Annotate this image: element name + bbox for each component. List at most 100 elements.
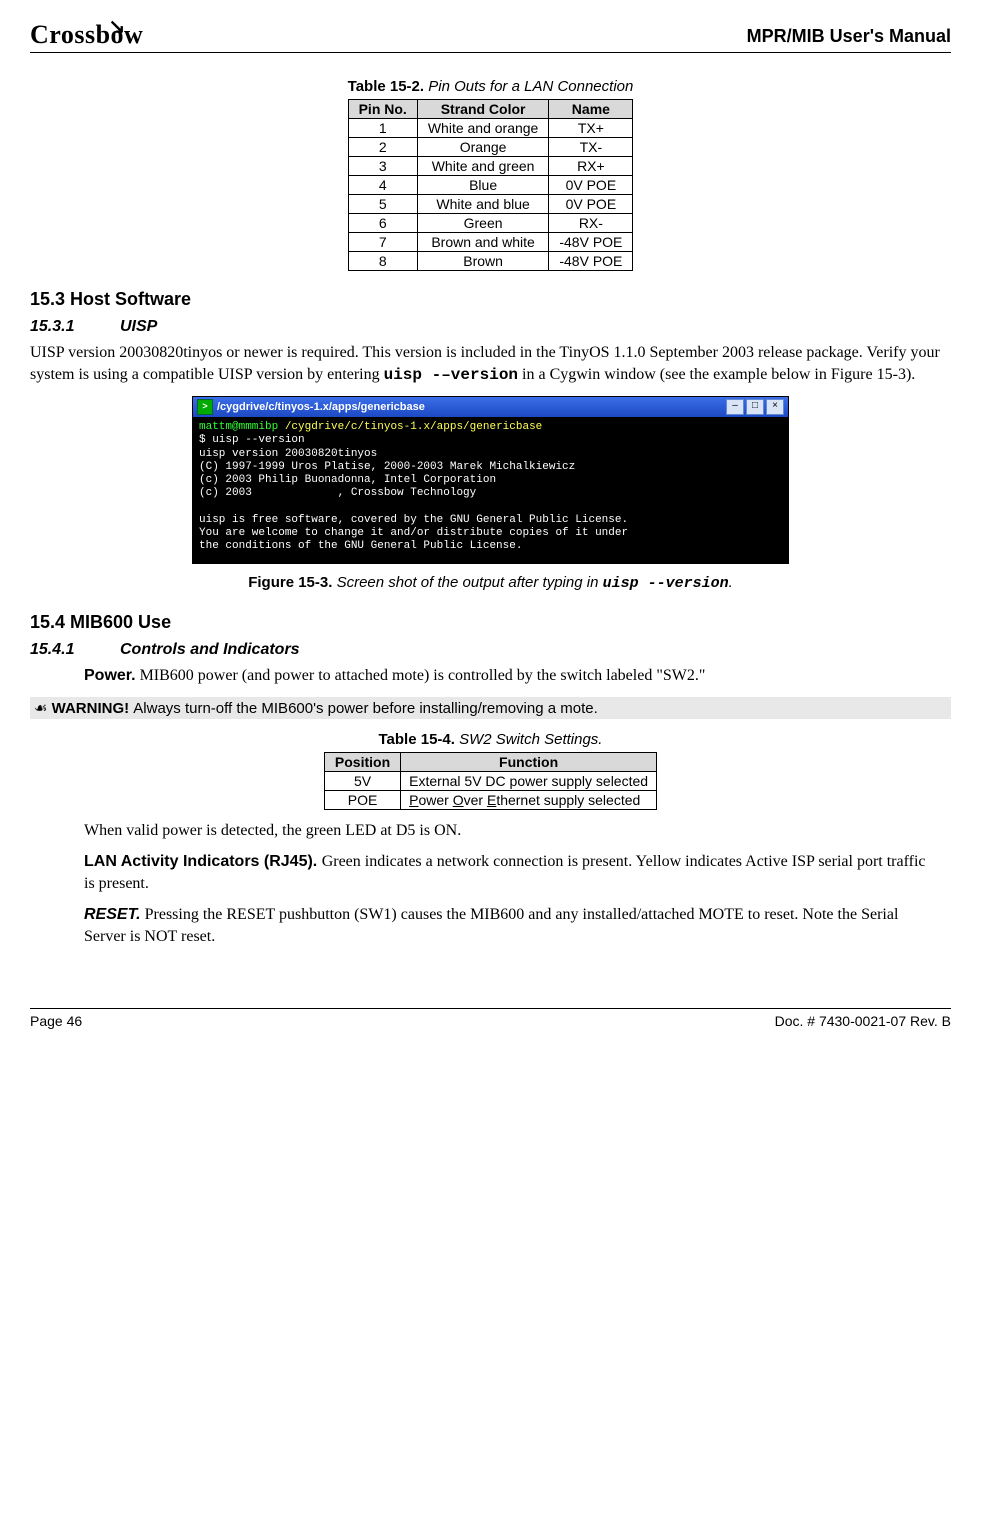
fig-tail: . (729, 574, 733, 591)
fig-bold: Figure 15-3. (248, 574, 332, 591)
page-footer: Page 46 Doc. # 7430-0021-07 Rev. B (30, 1008, 951, 1029)
subsect-num: 15.4.1 (30, 641, 120, 659)
terminal-icon: > (197, 399, 213, 415)
caption-bold: Table 15-2. (348, 78, 424, 95)
close-button[interactable]: × (766, 399, 784, 415)
section-15-4-1-heading: 15.4.1Controls and Indicators (30, 641, 951, 659)
table-row: 1White and orangeTX+ (348, 119, 633, 138)
page-header: Crossbo↘w MPR/MIB User's Manual (30, 20, 951, 53)
term-line: uisp version 20030820tinyos (199, 448, 377, 460)
reset-paragraph: RESET. Pressing the RESET pushbutton (SW… (84, 904, 931, 947)
lan-label: LAN Activity Indicators (RJ45). (84, 853, 322, 870)
table-cell: RX- (549, 214, 633, 233)
table-cell: -48V POE (549, 233, 633, 252)
table-cell: White and blue (417, 195, 549, 214)
footer-right: Doc. # 7430-0021-07 Rev. B (775, 1013, 951, 1029)
table-cell: RX+ (549, 157, 633, 176)
terminal-titlebar: > /cygdrive/c/tinyos-1.x/apps/genericbas… (193, 397, 788, 417)
caption-ital: Pin Outs for a LAN Connection (424, 78, 633, 95)
warning-bar: ☙ WARNING! Always turn-off the MIB600's … (30, 697, 951, 719)
table-row: POEPower Over Ethernet supply selected (324, 790, 656, 809)
table-cell: 5V (324, 771, 400, 790)
warning-label: WARNING! (47, 700, 133, 717)
table-cell: Power Over Ethernet supply selected (401, 790, 657, 809)
fig-mono: uisp --version (603, 575, 729, 592)
power-label: Power. (84, 667, 136, 684)
caption-bold: Table 15-4. (379, 731, 455, 748)
caption-ital: SW2 Switch Settings. (455, 731, 603, 748)
table-cell: 2 (348, 138, 417, 157)
table-cell: Green (417, 214, 549, 233)
table-cell: POE (324, 790, 400, 809)
table-cell: White and green (417, 157, 549, 176)
uisp-paragraph: UISP version 20030820tinyos or newer is … (30, 342, 951, 386)
figure-15-3-caption: Figure 15-3. Screen shot of the output a… (30, 574, 951, 592)
warning-text: Always turn-off the MIB600's power befor… (133, 700, 597, 717)
power-text: MIB600 power (and power to attached mote… (136, 667, 706, 684)
term-path: /cygdrive/c/tinyos-1.x/apps/genericbase (285, 421, 542, 433)
term-user: mattm@mmmibp (199, 421, 285, 433)
table-15-2: Pin No. Strand Color Name 1White and ora… (348, 99, 634, 271)
table-row: 6GreenRX- (348, 214, 633, 233)
table-row: 4Blue0V POE (348, 176, 633, 195)
logo: Crossbo↘w (30, 20, 143, 50)
table-row: 2OrangeTX- (348, 138, 633, 157)
table-cell: 4 (348, 176, 417, 195)
section-15-3-1-heading: 15.3.1UISP (30, 318, 951, 336)
table-cell: 6 (348, 214, 417, 233)
uisp-command: uisp -–version (384, 366, 518, 384)
table-cell: 1 (348, 119, 417, 138)
table-15-2-caption: Table 15-2. Pin Outs for a LAN Connectio… (30, 78, 951, 95)
term-line: $ uisp --version (199, 434, 305, 446)
term-line: uisp is free software, covered by the GN… (199, 514, 628, 526)
subsect-title: Controls and Indicators (120, 641, 300, 658)
col-pin-no: Pin No. (348, 100, 417, 119)
maximize-button[interactable]: □ (746, 399, 764, 415)
valid-power-paragraph: When valid power is detected, the green … (84, 820, 931, 842)
reset-label: RESET. (84, 906, 141, 923)
section-15-3-heading: 15.3 Host Software (30, 289, 951, 310)
table-15-4: Position Function 5VExternal 5V DC power… (324, 752, 657, 810)
term-line: (c) 2003 , Crossbow Technology (199, 487, 476, 499)
table-cell: 8 (348, 252, 417, 271)
terminal-title: /cygdrive/c/tinyos-1.x/apps/genericbase (217, 401, 425, 413)
table-cell: 0V POE (549, 176, 633, 195)
table-header-row: Pin No. Strand Color Name (348, 100, 633, 119)
subsect-num: 15.3.1 (30, 318, 120, 336)
term-line: (c) 2003 Philip Buonadonna, Intel Corpor… (199, 474, 496, 486)
table-cell: External 5V DC power supply selected (401, 771, 657, 790)
table-15-4-caption: Table 15-4. SW2 Switch Settings. (30, 731, 951, 748)
col-function: Function (401, 752, 657, 771)
term-line: You are welcome to change it and/or dist… (199, 527, 628, 539)
warning-icon: ☙ (34, 700, 47, 717)
table-header-row: Position Function (324, 752, 656, 771)
table-cell: 7 (348, 233, 417, 252)
col-position: Position (324, 752, 400, 771)
terminal-screenshot: > /cygdrive/c/tinyos-1.x/apps/genericbas… (192, 396, 789, 564)
table-cell: Blue (417, 176, 549, 195)
table-row: 8Brown-48V POE (348, 252, 633, 271)
table-row: 3White and greenRX+ (348, 157, 633, 176)
table-row: 5White and blue0V POE (348, 195, 633, 214)
table-cell: Orange (417, 138, 549, 157)
section-15-4-heading: 15.4 MIB600 Use (30, 612, 951, 633)
doc-title: MPR/MIB User's Manual (747, 26, 951, 47)
table-cell: 3 (348, 157, 417, 176)
terminal-body: mattm@mmmibp /cygdrive/c/tinyos-1.x/apps… (193, 417, 788, 563)
power-paragraph: Power. MIB600 power (and power to attach… (84, 665, 931, 687)
term-line: (C) 1997-1999 Uros Platise, 2000-2003 Ma… (199, 461, 575, 473)
table-cell: TX- (549, 138, 633, 157)
table-cell: Brown (417, 252, 549, 271)
footer-left: Page 46 (30, 1013, 82, 1029)
term-line: the conditions of the GNU General Public… (199, 540, 522, 552)
lan-paragraph: LAN Activity Indicators (RJ45). Green in… (84, 851, 931, 894)
table-cell: 5 (348, 195, 417, 214)
table-cell: 0V POE (549, 195, 633, 214)
minimize-button[interactable]: – (726, 399, 744, 415)
para-after: in a Cygwin window (see the example belo… (518, 366, 915, 383)
col-name: Name (549, 100, 633, 119)
table-row: 5VExternal 5V DC power supply selected (324, 771, 656, 790)
col-strand-color: Strand Color (417, 100, 549, 119)
reset-text: Pressing the RESET pushbutton (SW1) caus… (84, 906, 898, 945)
subsect-title: UISP (120, 318, 157, 335)
